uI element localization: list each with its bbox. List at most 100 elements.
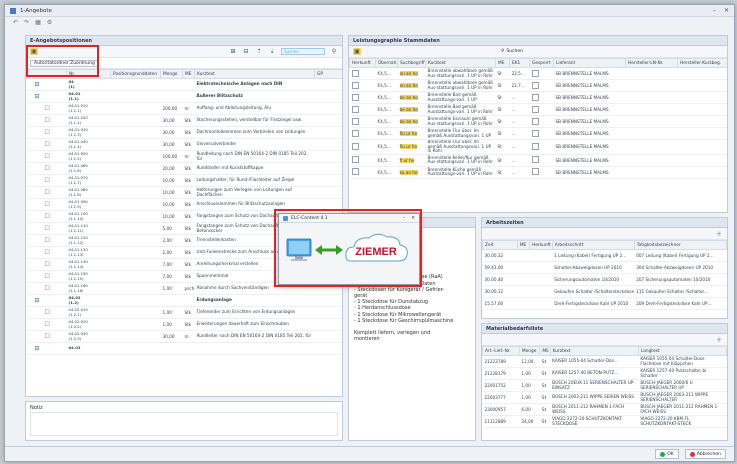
- row-checkbox[interactable]: [351, 93, 359, 101]
- st-col-kurztext[interactable]: Kurztext: [425, 58, 496, 68]
- table-row[interactable]: ☐ 04.01.010 (1.1.1) 200,00 m Auffang- und Ab…: [26, 102, 342, 115]
- table-row[interactable]: ☐ 04.01.040 (1.1.4) 30,00 Stk Universalverbi…: [26, 138, 342, 151]
- st-col-gesperrt[interactable]: Gesperrt: [529, 58, 554, 68]
- table-row[interactable]: 59,43,00 Schalter-Abzweigdosen UP 2010 304…: [482, 261, 727, 274]
- herkunft-checkbox-cell[interactable]: [349, 166, 376, 179]
- row-checkbox[interactable]: [351, 156, 359, 164]
- table-row[interactable]: ☐ 04.02.020 (1.2.2) 1,00 Stk Erweiterungen d…: [26, 318, 342, 331]
- table-row[interactable]: ☐ 04.01.020 (1.1.2) 30,00 Stk Stocherungsste…: [26, 114, 342, 127]
- gesperrt-checkbox[interactable]: [531, 117, 539, 125]
- gesperrt-checkbox[interactable]: [531, 81, 539, 89]
- tree-cell[interactable]: ☐: [26, 306, 67, 319]
- table-row[interactable]: 21228179 1,00 St KAISER 1257-40 BETON-PUTZ……: [482, 367, 727, 380]
- gesperrt-checkbox[interactable]: [531, 168, 539, 176]
- tree-expand-icon[interactable]: ⊞: [229, 48, 237, 55]
- tree-cell[interactable]: ☐: [26, 198, 67, 211]
- tree-cell[interactable]: ☐: [26, 174, 67, 187]
- gesperrt-checkbox[interactable]: [531, 156, 539, 164]
- table-row[interactable]: 22001752 1,00 St BUSCH 20EUK-11 SERIENSCHAL…: [482, 379, 727, 392]
- settings-icon[interactable]: ⚙: [47, 19, 52, 26]
- tree-cell[interactable]: ☐: [26, 282, 67, 295]
- row-checkbox[interactable]: [351, 81, 359, 89]
- table-row[interactable]: ☐ 04.01.050 (1.1.5) 100,00 m Rundleitung nac…: [26, 150, 342, 163]
- table-row[interactable]: ☐ 04.01.070 (1.1.7) 10,00 Stk Leitungshalter…: [26, 174, 342, 187]
- st-col-herkunft[interactable]: Herkunft: [349, 58, 376, 68]
- table-row[interactable]: €4,5… an an ho Brennstelle abwahlbare gemä…: [349, 67, 727, 80]
- table-row[interactable]: €4,5… an an ho Brennstelle abwahlbare gemä…: [349, 79, 727, 92]
- cancel-button[interactable]: Abbrechen: [684, 449, 726, 459]
- table-row[interactable]: €4,5… flu ur ho Brennstelle Flur über. Im …: [349, 127, 727, 140]
- gesperrt-cell[interactable]: [529, 67, 554, 80]
- tree-cell[interactable]: ☐: [26, 126, 67, 139]
- table-row[interactable]: ☐ 04.01.060 (1.1.6) 20,00 Stk Rundsteller mi…: [26, 162, 342, 175]
- st-col-uebernahme[interactable]: Übernah: [375, 58, 398, 68]
- az-col-zeit[interactable]: Zeit: [482, 240, 518, 250]
- gesperrt-checkbox[interactable]: [531, 105, 539, 113]
- tree-cell[interactable]: ☐: [26, 234, 67, 247]
- filter-icon[interactable]: ⚲: [330, 48, 338, 55]
- table-row[interactable]: €4,5… be an ho Brennstelle Bad gemäß Ausst…: [349, 91, 727, 104]
- tree-cell[interactable]: ☐: [26, 270, 67, 283]
- tree-cell[interactable]: ☐: [26, 102, 67, 115]
- row-checkbox[interactable]: [351, 105, 359, 113]
- table-row[interactable]: 30,00,12 Gekaufen Schalter /Schaltersteck…: [482, 285, 727, 298]
- close-button[interactable]: ✕: [724, 7, 729, 14]
- mat-col-langtext[interactable]: Langtext: [637, 346, 727, 356]
- tree-cell[interactable]: ⊟: [26, 342, 67, 355]
- col-header-grunddaten[interactable]: Positionsgrunddaten: [110, 69, 161, 79]
- tree-cell[interactable]: ⊟: [26, 90, 67, 103]
- st-col-hersteller-nr[interactable]: Hersteller-LN-Nr.: [625, 58, 678, 68]
- herkunft-checkbox-cell[interactable]: [349, 127, 376, 140]
- col-header-menge[interactable]: Menge: [160, 69, 183, 79]
- table-row[interactable]: 22003777 1,00 St BUSCH 2003-211 WIPPE SERIE…: [482, 391, 727, 404]
- tree-cell[interactable]: ☐: [26, 162, 67, 175]
- new-icon[interactable]: ▣: [353, 48, 361, 55]
- move-up-icon[interactable]: ⇡: [255, 48, 263, 55]
- tree-cell[interactable]: ☐: [26, 246, 67, 259]
- table-row[interactable]: €4,5… fl ur ho Brennstelle Keller/flur gem…: [349, 154, 727, 167]
- col-header-kurztext[interactable]: Kurztext: [194, 69, 315, 79]
- tree-cell[interactable]: ⊟: [26, 294, 67, 307]
- grid-icon[interactable]: ▦: [35, 19, 41, 26]
- table-row[interactable]: 11112889 34,00 St VIAGO 2272-20 SCHUTZKONTA…: [482, 415, 727, 428]
- mat-col-menge[interactable]: Menge: [518, 346, 541, 356]
- tree-cell[interactable]: ☐: [26, 186, 67, 199]
- table-row[interactable]: 15,57,00 Dreh-Fertigsteckdose Kahl UP 201…: [482, 297, 727, 310]
- minimize-button[interactable]: –: [713, 7, 716, 14]
- az-col-herkunft[interactable]: Herkunft: [529, 240, 553, 250]
- herkunft-checkbox-cell[interactable]: [349, 91, 376, 104]
- herkunft-checkbox-cell[interactable]: [349, 103, 376, 116]
- table-row[interactable]: ⊟ 04.02 (1.2) Erdungsanlage: [26, 294, 342, 307]
- table-row[interactable]: ⊟ 04.01 (1.1) Äußerer Blitzschutz: [26, 90, 342, 103]
- herkunft-checkbox-cell[interactable]: [349, 154, 376, 167]
- gesperrt-cell[interactable]: [529, 127, 554, 140]
- st-col-suchbegriff[interactable]: Suchbegriff: [397, 58, 426, 68]
- gesperrt-cell[interactable]: [529, 154, 554, 167]
- herkunft-checkbox-cell[interactable]: [349, 115, 376, 128]
- gesperrt-checkbox[interactable]: [531, 93, 539, 101]
- az-col-bezeichner[interactable]: Tatigkeitsbezeichner: [633, 240, 727, 250]
- st-col-me[interactable]: ME: [495, 58, 510, 68]
- table-row[interactable]: ☐ 04.02.030 (1.2.3) 30,00 m Rundleiter nach …: [26, 330, 342, 343]
- table-row[interactable]: 21223789 12,00 St KAISER 1055-04 Schalter-D…: [482, 355, 727, 368]
- add-material-icon[interactable]: ＋: [715, 336, 723, 344]
- tree-cell[interactable]: ☐: [26, 138, 67, 151]
- tree-cell[interactable]: ☐: [26, 330, 67, 343]
- table-row[interactable]: ☐ 04.02.010 (1.2.1) 1,00 Stk Tiefenerder zum…: [26, 306, 342, 319]
- st-col-hersteller-kurz[interactable]: Hersteller-Kurzbeg.: [677, 58, 727, 68]
- tree-cell[interactable]: ☐: [26, 210, 67, 223]
- row-checkbox[interactable]: [351, 129, 359, 137]
- tree-cell[interactable]: ⊟: [26, 78, 67, 91]
- positions-search-input[interactable]: Suchen: [281, 48, 325, 55]
- ok-button[interactable]: OK: [655, 449, 679, 459]
- tree-cell[interactable]: ☐: [26, 318, 67, 331]
- table-row[interactable]: €4,5… ku an ho Brennstelle Küche gemäß Aus…: [349, 166, 727, 179]
- gesperrt-cell[interactable]: [529, 166, 554, 179]
- table-row[interactable]: ⊟ 04 (1) Elektrotechnische Anlagen nach DI…: [26, 78, 342, 91]
- row-checkbox[interactable]: [351, 69, 359, 77]
- tree-cell[interactable]: ☐: [26, 114, 67, 127]
- stammdaten-search-button[interactable]: ⚲ Suchen: [501, 49, 523, 54]
- herkunft-checkbox-cell[interactable]: [349, 67, 376, 80]
- table-row[interactable]: 23000957 6,00 St BUSCH 2011-212 RAHMEN 1-FA…: [482, 403, 727, 416]
- table-row[interactable]: ☐ 04.01.080 (1.1.8) 10,00 Stk Halterungen zu…: [26, 186, 342, 199]
